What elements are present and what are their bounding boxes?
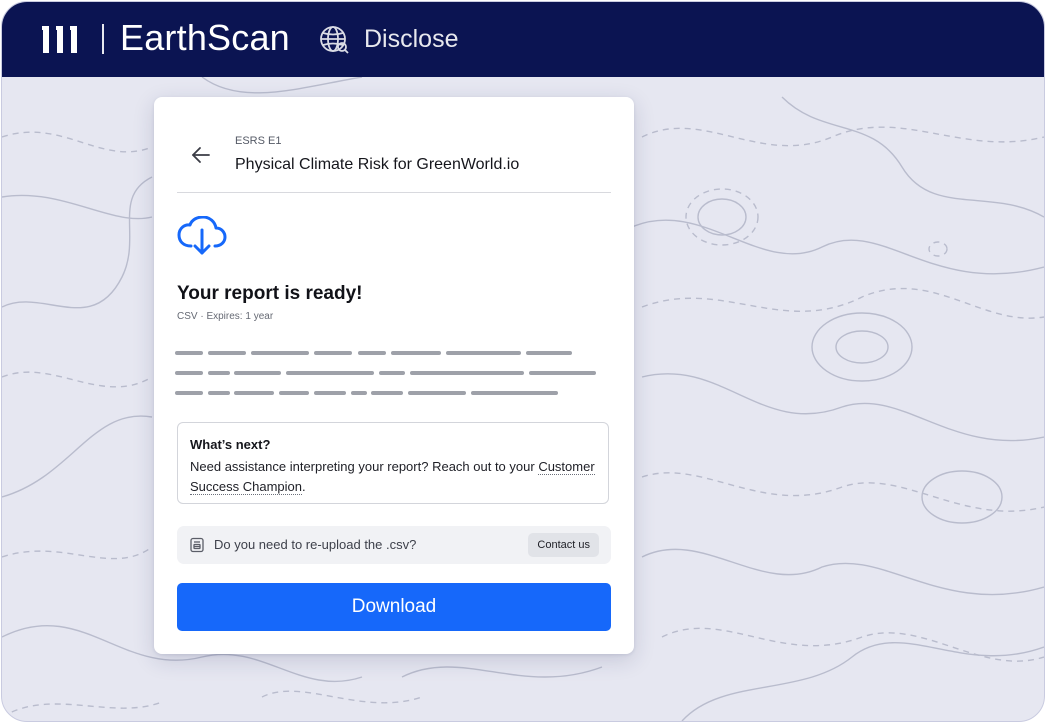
skeleton-bar [408,391,466,395]
skeleton-bar [234,371,281,375]
skeleton-bar [446,351,521,355]
contact-us-button[interactable]: Contact us [528,533,599,557]
whats-next-box: What’s next? Need assistance interpretin… [177,422,609,504]
whats-next-body: Need assistance interpreting your report… [190,457,600,497]
globe-icon [320,26,349,54]
whats-next-period: . [302,479,306,494]
arrow-left-icon[interactable] [189,143,213,167]
skeleton-bar [471,391,558,395]
cloud-download-icon [177,216,227,255]
skeleton-bar [526,351,572,355]
brand-name: EarthScan [120,17,290,58]
header-divider [177,192,611,193]
product-name: Disclose [364,25,459,53]
skeleton-bar [175,391,203,395]
file-meta: CSV · Expires: 1 year [177,311,274,322]
breadcrumb: ESRS E1 [235,135,282,147]
document-icon [190,537,204,553]
skeleton-bar [175,371,203,375]
skeleton-bar [175,351,203,355]
status-title: Your report is ready! [177,283,363,304]
skeleton-bar [234,391,274,395]
skeleton-bar [379,371,405,375]
whats-next-heading: What’s next? [190,437,271,452]
skeleton-bar [529,371,596,375]
skeleton-bar [314,351,352,355]
top-bar: EarthScan Disclose [2,2,1044,77]
reupload-banner: Do you need to re-upload the .csv? Conta… [177,526,611,564]
app-window: EarthScan Disclose ESRS E1 Physical Clim… [1,1,1045,722]
skeleton-bar [208,371,230,375]
skeleton-bar [410,371,524,375]
skeleton-bar [371,391,403,395]
skeleton-bar [391,351,441,355]
reupload-question: Do you need to re-upload the .csv? [214,537,417,552]
skeleton-bar [358,351,386,355]
skeleton-bar [314,391,346,395]
brand-divider [102,24,104,54]
download-button[interactable]: Download [177,583,611,631]
skeleton-bar [286,371,374,375]
earthscan-logo-icon [42,26,77,53]
skeleton-bar [208,391,230,395]
skeleton-bar [208,351,246,355]
skeleton-bar [251,351,309,355]
skeleton-bar [279,391,309,395]
report-title: Physical Climate Risk for GreenWorld.io [235,156,520,173]
report-card: ESRS E1 Physical Climate Risk for GreenW… [154,97,634,654]
whats-next-text: Need assistance interpreting your report… [190,459,539,474]
skeleton-bar [351,391,367,395]
